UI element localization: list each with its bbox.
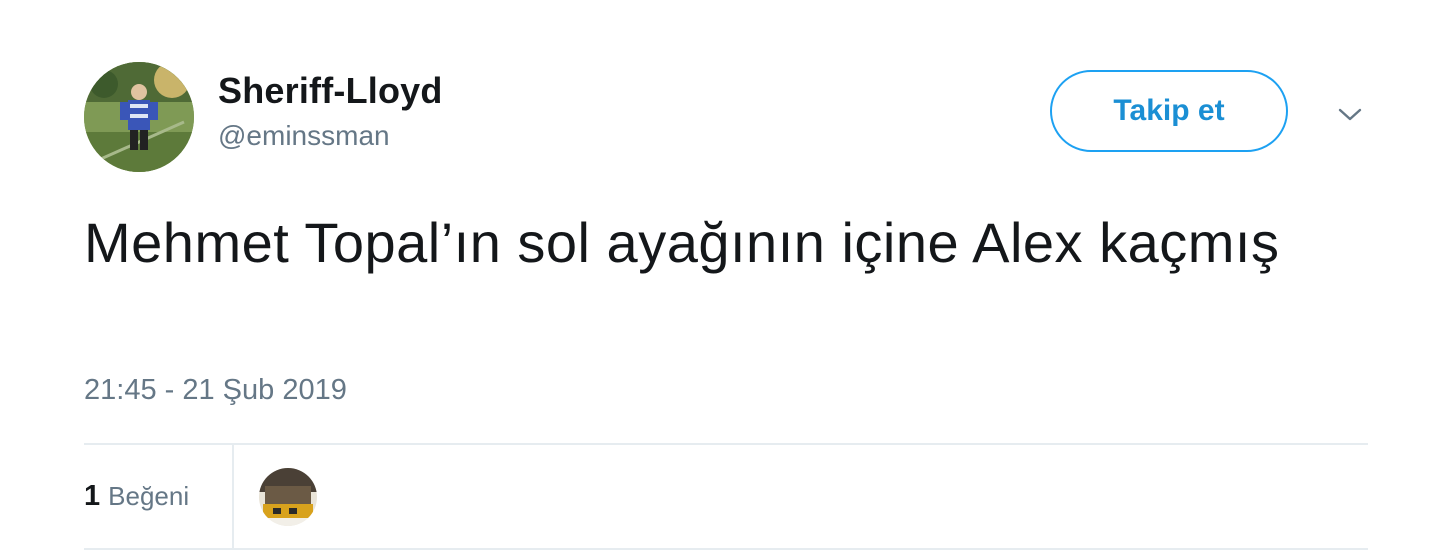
more-options-button[interactable]	[1330, 100, 1370, 130]
user-avatar[interactable]	[84, 62, 194, 172]
tweet-timestamp[interactable]: 21:45 - 21 Şub 2019	[84, 374, 347, 407]
avatar-photo	[84, 62, 194, 172]
liker-avatar[interactable]	[259, 468, 317, 526]
tweet-card: Sheriff-Lloyd @eminssman Takip et Mehmet…	[0, 0, 1440, 555]
liker-avatar-photo	[259, 468, 317, 526]
display-name[interactable]: Sheriff-Lloyd	[218, 70, 443, 112]
tweet-stats: 1 Beğeni	[84, 445, 213, 548]
likes-count: 1	[84, 480, 101, 512]
chevron-down-icon	[1338, 108, 1362, 121]
likes-stat[interactable]: 1 Beğeni	[84, 480, 213, 513]
follow-button[interactable]: Takip et	[1050, 70, 1288, 152]
username[interactable]: @eminssman	[218, 120, 390, 152]
divider	[84, 443, 1368, 445]
likes-label: Beğeni	[108, 481, 190, 511]
stats-divider	[232, 445, 234, 548]
tweet-text: Mehmet Topal’ın sol ayağının içine Alex …	[84, 211, 1280, 274]
divider	[84, 548, 1368, 550]
